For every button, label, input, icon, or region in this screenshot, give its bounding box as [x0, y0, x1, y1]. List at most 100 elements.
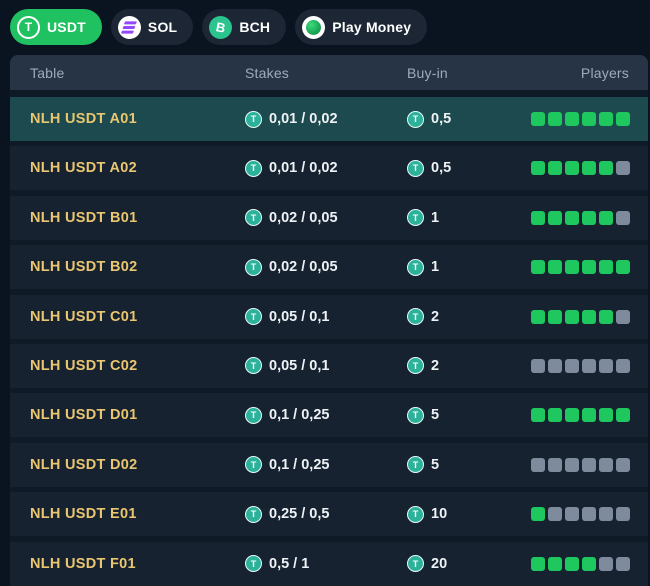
tether-icon: T: [407, 209, 424, 227]
tether-icon: T: [407, 110, 424, 128]
buyin-cell: T 20: [407, 542, 447, 586]
player-seat-filled: [582, 210, 596, 225]
buyin-value: 2: [431, 357, 440, 374]
tether-icon: T: [245, 456, 262, 474]
stakes-value: 0,1 / 0,25: [269, 456, 330, 473]
player-seat-filled: [548, 161, 562, 176]
tether-icon: T: [407, 308, 424, 326]
tether-icon: T: [407, 505, 424, 523]
player-seat-filled: [565, 408, 579, 423]
player-seat-filled: [531, 260, 545, 275]
player-seat-filled: [599, 210, 613, 225]
stakes-cell: T 0,25 / 0,5: [245, 492, 329, 536]
player-seat-filled: [548, 260, 562, 275]
player-seat-empty: [548, 457, 562, 472]
play-money-icon: [302, 15, 326, 39]
buyin-cell: T 5: [407, 393, 439, 437]
tab-play-money[interactable]: Play Money: [295, 9, 428, 45]
stakes-value: 0,1 / 0,25: [269, 407, 330, 424]
stakes-value: 0,25 / 0,5: [269, 506, 330, 523]
player-seat-filled: [565, 112, 579, 126]
table-row[interactable]: NLH USDT C01 T 0,05 / 0,1 T 2: [10, 294, 648, 339]
tab-sol[interactable]: SOL: [110, 9, 194, 45]
player-seat-empty: [616, 556, 630, 571]
player-seat-empty: [531, 358, 545, 373]
stakes-value: 0,05 / 0,1: [269, 357, 330, 374]
player-seat-filled: [531, 556, 545, 571]
player-seat-filled: [599, 260, 613, 275]
table-row[interactable]: NLH USDT B01 T 0,02 / 0,05 T 1: [10, 195, 648, 240]
tab-icon-letter: B: [214, 18, 227, 36]
player-seat-filled: [565, 161, 579, 176]
table-row[interactable]: NLH USDT B02 T 0,02 / 0,05 T 1: [10, 245, 648, 290]
stakes-cell: T 0,01 / 0,02: [245, 97, 338, 141]
player-seat-empty: [616, 507, 630, 522]
table-row[interactable]: NLH USDT D01 T 0,1 / 0,25 T 5: [10, 393, 648, 438]
tether-icon: T: [407, 258, 424, 276]
tether-icon: T: [245, 258, 262, 276]
buyin-value: 20: [431, 555, 448, 572]
player-seat-empty: [616, 358, 630, 373]
table-row[interactable]: NLH USDT A02 T 0,01 / 0,02 T 0,5: [10, 146, 648, 191]
player-seat-filled: [582, 112, 596, 126]
player-seat-empty: [599, 457, 613, 472]
players-indicator: [531, 443, 630, 487]
player-seat-filled: [582, 556, 596, 571]
currency-tabs: T USDT SOL B BCH Play Money: [10, 9, 428, 45]
tether-icon: T: [245, 159, 262, 177]
table-name: NLH USDT F01: [30, 555, 136, 572]
players-indicator: [531, 245, 630, 289]
player-seat-filled: [531, 507, 545, 522]
buyin-value: 0,5: [431, 160, 452, 177]
player-seat-filled: [582, 161, 596, 176]
players-indicator: [531, 393, 630, 437]
buyin-value: 1: [431, 259, 440, 276]
player-seat-empty: [582, 358, 596, 373]
tether-icon: T: [245, 505, 262, 523]
stakes-value: 0,02 / 0,05: [269, 209, 338, 226]
player-seat-filled: [616, 260, 630, 275]
buyin-cell: T 2: [407, 344, 439, 388]
stakes-cell: T 0,05 / 0,1: [245, 295, 329, 339]
tether-icon: T: [407, 555, 424, 573]
stakes-value: 0,01 / 0,02: [269, 160, 338, 177]
stakes-value: 0,01 / 0,02: [269, 111, 338, 127]
players-indicator: [531, 97, 630, 141]
player-seat-filled: [531, 112, 545, 126]
player-seat-empty: [616, 309, 630, 324]
tether-icon: T: [407, 357, 424, 375]
stakes-value: 0,02 / 0,05: [269, 259, 338, 276]
table-row[interactable]: NLH USDT D02 T 0,1 / 0,25 T 5: [10, 442, 648, 487]
tether-icon: T: [245, 357, 262, 375]
player-seat-filled: [599, 309, 613, 324]
tether-icon: T: [407, 159, 424, 177]
tab-bch[interactable]: B BCH: [202, 9, 287, 45]
table-row[interactable]: NLH USDT F01 T 0,5 / 1 T 20: [10, 541, 648, 586]
player-seat-filled: [548, 556, 562, 571]
player-seat-filled: [531, 161, 545, 176]
table-name: NLH USDT D02: [30, 456, 138, 473]
tab-icon-letter: T: [24, 20, 33, 34]
buyin-cell: T 1: [407, 245, 439, 289]
buyin-value: 5: [431, 456, 440, 473]
table-name: NLH USDT A02: [30, 160, 137, 177]
players-indicator: [531, 492, 630, 536]
player-seat-filled: [616, 112, 630, 126]
tab-usdt[interactable]: T USDT: [10, 9, 102, 45]
player-seat-empty: [548, 358, 562, 373]
player-seat-filled: [582, 408, 596, 423]
stakes-cell: T 0,02 / 0,05: [245, 196, 338, 240]
table-row[interactable]: NLH USDT C02 T 0,05 / 0,1 T 2: [10, 343, 648, 388]
table-row[interactable]: NLH USDT E01 T 0,25 / 0,5 T 10: [10, 492, 648, 537]
player-seat-filled: [582, 260, 596, 275]
player-seat-empty: [565, 358, 579, 373]
table-name: NLH USDT A01: [30, 111, 137, 127]
stakes-value: 0,05 / 0,1: [269, 308, 330, 325]
buyin-cell: T 2: [407, 295, 439, 339]
table-row[interactable]: NLH USDT A01 T 0,01 / 0,02 T 0,5: [10, 97, 648, 141]
player-seat-filled: [565, 556, 579, 571]
tab-label: BCH: [239, 19, 271, 35]
tether-icon: T: [245, 209, 262, 227]
player-seat-filled: [548, 210, 562, 225]
header-stakes: Stakes: [245, 64, 289, 81]
